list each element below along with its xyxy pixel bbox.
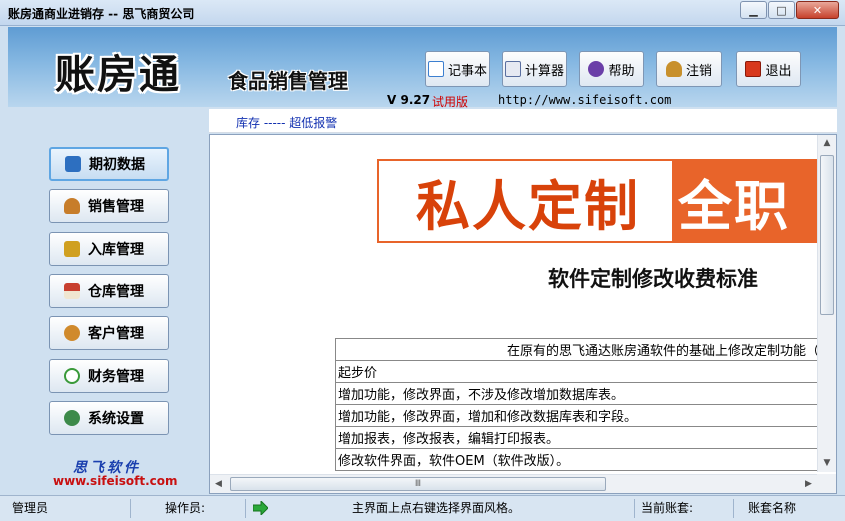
app-subtitle: 食品销售管理	[228, 69, 348, 93]
nav-label: 销售管理	[88, 199, 144, 215]
app-logo: 账房通	[55, 51, 181, 98]
nav-finance-management[interactable]: 财务管理	[49, 359, 169, 393]
status-divider	[245, 499, 246, 518]
table-row: 增加功能，修改界面，不涉及修改增加数据库表。	[335, 382, 817, 405]
document-view: 私人定制 全职 软件定制修改收费标准 在原有的思飞通达账房通软件的基础上修改定制…	[210, 135, 817, 472]
status-account-name-label: 账套名称	[748, 501, 797, 515]
low-stock-alert-link[interactable]: 库存 ----- 超低报警	[236, 114, 337, 131]
table-row: 修改软件界面，软件OEM（软件改版）。	[335, 448, 817, 471]
scroll-left-icon[interactable]: ◀	[210, 475, 227, 493]
help-button[interactable]: 帮助	[579, 51, 644, 87]
logout-button[interactable]: 注销	[656, 51, 722, 87]
table-cell: 增加功能，修改界面，不涉及修改增加数据库表。	[335, 382, 817, 405]
window-title: 账房通商业进销存 -- 思飞商贸公司	[8, 7, 195, 21]
nav-initial-data[interactable]: 期初数据	[49, 147, 169, 181]
nav-warehouse-management[interactable]: 仓库管理	[49, 274, 169, 308]
table-row: 起步价	[335, 360, 817, 383]
status-divider	[634, 499, 635, 518]
nav-label: 入库管理	[88, 242, 144, 258]
notepad-icon	[427, 61, 444, 77]
nav-label: 客户管理	[88, 326, 144, 342]
calculator-icon	[504, 61, 521, 77]
scroll-right-icon[interactable]: ▶	[800, 475, 817, 493]
horizontal-scroll-thumb[interactable]: Ⅲ	[230, 477, 606, 491]
warehouse-icon	[64, 283, 80, 299]
calculator-label: 计算器	[524, 63, 564, 79]
minimize-button[interactable]: ▁	[740, 1, 767, 19]
nav-label: 期初数据	[89, 157, 145, 173]
table-cell: 增加功能，修改界面，增加和修改数据库表和字段。	[335, 404, 817, 427]
alert-strip: 库存 ----- 超低报警	[209, 109, 837, 133]
trial-label: 试用版	[432, 95, 469, 109]
nav-system-settings[interactable]: 系统设置	[49, 401, 169, 435]
exit-button[interactable]: 退出	[736, 51, 801, 87]
notepad-label: 记事本	[447, 63, 487, 79]
box-icon	[64, 241, 80, 257]
table-row: 增加功能，修改界面，增加和修改数据库表和字段。	[335, 404, 817, 427]
status-divider	[130, 499, 131, 518]
nav-customer-management[interactable]: 客户管理	[49, 316, 169, 350]
horizontal-scrollbar[interactable]: ◀ Ⅲ ▶	[210, 474, 817, 493]
customers-icon	[64, 325, 80, 341]
status-operator-label: 操作员:	[165, 501, 206, 515]
status-account-label: 当前账套:	[641, 501, 694, 515]
logout-label: 注销	[685, 63, 712, 79]
table-cell: 增加报表，修改报表，编辑打印报表。	[335, 426, 817, 449]
window-controls: ▁ □ ✕	[739, 1, 839, 19]
table-cell: 修改软件界面，软件OEM（软件改版）。	[335, 448, 817, 471]
exit-icon	[745, 61, 762, 77]
status-divider	[733, 499, 734, 518]
status-hint: 主界面上点右键选择界面风格。	[352, 501, 521, 515]
nav-label: 系统设置	[88, 411, 144, 427]
calculator-button[interactable]: 计算器	[502, 51, 567, 87]
header-banner: 账房通 食品销售管理 V 9.27 试用版 http://www.sifeiso…	[8, 27, 837, 109]
main-content: 私人定制 全职 软件定制修改收费标准 在原有的思飞通达账房通软件的基础上修改定制…	[209, 134, 837, 494]
exit-label: 退出	[765, 63, 792, 79]
price-table: 在原有的思飞通达账房通软件的基础上修改定制功能（单 起步价 增加功能，修改界面，…	[335, 338, 817, 471]
maximize-button[interactable]: □	[768, 1, 795, 19]
table-row: 在原有的思飞通达账房通软件的基础上修改定制功能（单	[335, 338, 817, 361]
nav-label: 财务管理	[88, 369, 144, 385]
banner-left: 私人定制	[377, 159, 677, 243]
arrow-right-icon	[253, 501, 268, 515]
vertical-scrollbar[interactable]: ▲ ▼	[817, 135, 836, 472]
nav-label: 仓库管理	[88, 284, 144, 300]
scrollbar-corner	[817, 474, 836, 493]
logout-user-icon	[665, 61, 682, 77]
scroll-up-icon[interactable]: ▲	[818, 135, 836, 152]
status-user: 管理员	[12, 501, 49, 515]
status-bar: 管理员 操作员: 主界面上点右键选择界面风格。 当前账套: 账套名称	[0, 495, 845, 521]
help-icon	[588, 61, 605, 77]
website-link[interactable]: http://www.sifeisoft.com	[498, 93, 671, 107]
scroll-down-icon[interactable]: ▼	[818, 455, 836, 472]
banner-right: 全职	[672, 159, 817, 243]
close-button[interactable]: ✕	[796, 1, 839, 19]
finance-icon	[64, 368, 80, 384]
vertical-scroll-thumb[interactable]	[820, 155, 834, 315]
document-title: 软件定制修改收费标准	[548, 266, 758, 291]
notepad-button[interactable]: 记事本	[425, 51, 490, 87]
table-row: 增加报表，修改报表，编辑打印报表。	[335, 426, 817, 449]
brand-url[interactable]: www.sifeisoft.com	[53, 474, 178, 488]
settings-icon	[64, 410, 80, 426]
version-label: V 9.27	[387, 93, 431, 107]
banner-right-text: 全职	[678, 174, 790, 238]
nav-stock-in-management[interactable]: 入库管理	[49, 232, 169, 266]
book-icon	[65, 156, 81, 172]
title-bar: 账房通商业进销存 -- 思飞商贸公司 ▁ □ ✕	[0, 0, 845, 26]
table-cell: 在原有的思飞通达账房通软件的基础上修改定制功能（单	[335, 338, 817, 361]
help-label: 帮助	[608, 63, 635, 79]
banner-left-text: 私人定制	[416, 174, 640, 238]
salesperson-icon	[64, 198, 80, 214]
left-nav-panel: 期初数据 销售管理 入库管理 仓库管理 客户管理 财务管理 系统设置 思飞软件 …	[8, 107, 209, 495]
table-cell: 起步价	[335, 360, 817, 383]
nav-sales-management[interactable]: 销售管理	[49, 189, 169, 223]
